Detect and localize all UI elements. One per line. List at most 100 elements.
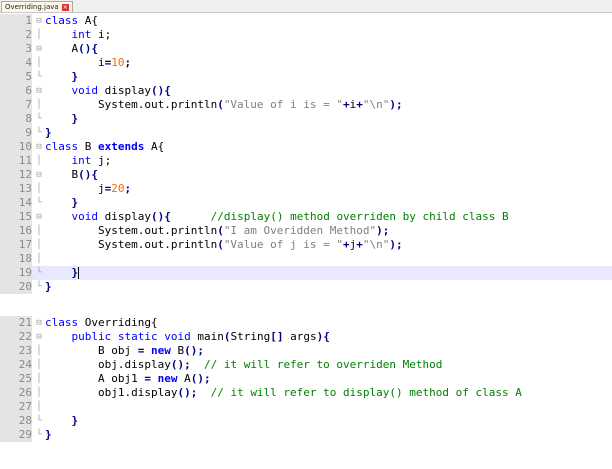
code-line[interactable]: 3 ⊟ A(){ [0, 42, 612, 56]
code-token: ){ [316, 330, 330, 343]
line-number: 8 [0, 112, 32, 126]
code-text: int j; [45, 154, 112, 168]
fold-line-icon: │ [36, 184, 42, 194]
code-line[interactable]: 28 └ } [0, 414, 612, 428]
code-line[interactable]: 12 ⊟ B(){ [0, 168, 612, 182]
close-icon[interactable]: × [61, 3, 69, 11]
code-token: ( [217, 224, 224, 237]
code-line[interactable]: 8 └ } [0, 112, 612, 126]
code-line[interactable]: 19 └ } [0, 266, 612, 280]
line-number: 29 [0, 428, 32, 442]
code-line[interactable]: 16 │ System.out.println("I am Overidden M… [0, 224, 612, 238]
code-token: int [71, 28, 92, 41]
code-line[interactable]: 17 │ System.out.println("Value of j is = … [0, 238, 612, 252]
code-token: ; [124, 182, 132, 195]
code-line[interactable]: 22 ⊟ public static void main(String[] arg… [0, 330, 612, 344]
code-token: } [71, 196, 79, 209]
code-token: display [98, 210, 151, 223]
code-line[interactable]: 15 ⊟ void display(){ //display() method o… [0, 210, 612, 224]
code-token: } [71, 266, 79, 279]
code-token: (){ [78, 42, 98, 55]
code-line[interactable]: 5 └ } [0, 70, 612, 84]
code-token: [] [270, 330, 284, 343]
fold-line-icon: │ [36, 30, 42, 40]
code-text: void display(){ [45, 84, 171, 98]
code-text: } [45, 126, 52, 140]
code-line[interactable]: 25 │ A obj1 = new A(); [0, 372, 612, 386]
line-number: 2 [0, 28, 32, 42]
code-line[interactable]: 7 │ System.out.println("Value of i is = "… [0, 98, 612, 112]
code-token: ( [217, 238, 224, 251]
code-text: void display(){ //display() method overr… [45, 210, 509, 224]
code-line[interactable]: 10 ⊟ class B extends A{ [0, 140, 612, 154]
code-line[interactable]: 21 ⊟ class Overriding{ [0, 316, 612, 330]
code-line[interactable]: 4 │ i=10; [0, 56, 612, 70]
fold-toggle-icon[interactable]: ⊟ [34, 210, 44, 224]
line-number: 11 [0, 154, 32, 168]
code-token: (){ [150, 84, 171, 97]
code-line[interactable]: 27 │ [0, 400, 612, 414]
line-number: 9 [0, 126, 32, 140]
code-line[interactable]: 13 │ j=20; [0, 182, 612, 196]
code-token: B [78, 140, 98, 153]
fold-toggle-icon[interactable]: ⊟ [34, 316, 44, 330]
tab-bar: Overriding.java × [0, 0, 612, 13]
line-number: 19 [0, 266, 32, 280]
code-text: } [45, 414, 79, 428]
code-token: public static void [71, 330, 191, 343]
code-line[interactable]: 11 │ int j; [0, 154, 612, 168]
line-number: 16 [0, 224, 32, 238]
line-number: 6 [0, 84, 32, 98]
code-line[interactable]: 26 │ obj1.display(); // it will refer to … [0, 386, 612, 400]
code-token: "I am Overidden Method" [223, 224, 377, 237]
fold-line-icon: └ [36, 268, 42, 278]
fold-toggle-icon[interactable]: ⊟ [34, 140, 44, 154]
fold-line-icon: │ [36, 388, 42, 398]
editor-pane-top[interactable]: 1 ⊟ class A{2 │ int i; 3 ⊟ A(){4 │ i=10; 5 └ } 6 ⊟… [0, 14, 612, 300]
fold-toggle-icon[interactable]: ⊟ [34, 168, 44, 182]
code-text: B(){ [45, 168, 98, 182]
code-token: j; [91, 154, 112, 167]
code-token: "Value of i is = " [223, 98, 344, 111]
code-line[interactable]: 14 └ } [0, 196, 612, 210]
code-line[interactable]: 9 └} [0, 126, 612, 140]
fold-line-icon: │ [36, 254, 42, 264]
code-token: new [157, 372, 178, 385]
fold-toggle-icon[interactable]: ⊟ [34, 42, 44, 56]
fold-toggle-icon[interactable]: ⊟ [34, 84, 44, 98]
editor-pane-bottom[interactable]: 21 ⊟ class Overriding{22 ⊟ public static vo… [0, 316, 612, 469]
code-line[interactable]: 24 │ obj.display(); // it will refer to o… [0, 358, 612, 372]
fold-toggle-icon[interactable]: ⊟ [34, 14, 44, 28]
code-line[interactable]: 20 └} [0, 280, 612, 294]
code-text: j=20; [45, 182, 131, 196]
code-text: } [45, 428, 52, 442]
code-token: = [144, 372, 151, 385]
line-number: 23 [0, 344, 32, 358]
code-line[interactable]: 23 │ B obj = new B(); [0, 344, 612, 358]
code-line[interactable]: 18 │ [0, 252, 612, 266]
line-number: 22 [0, 330, 32, 344]
code-token: } [71, 414, 79, 427]
code-token: String [230, 330, 271, 343]
code-line[interactable]: 1 ⊟ class A{ [0, 14, 612, 28]
line-number: 12 [0, 168, 32, 182]
code-token: B [170, 344, 185, 357]
code-token: A obj1 [45, 372, 145, 385]
fold-toggle-icon[interactable]: ⊟ [34, 330, 44, 344]
code-token: main [190, 330, 224, 343]
tab-overriding-java[interactable]: Overriding.java × [1, 1, 73, 12]
fold-line-icon: │ [36, 58, 42, 68]
line-number: 3 [0, 42, 32, 56]
fold-line-icon: └ [36, 128, 42, 138]
code-line[interactable]: 2 │ int i; [0, 28, 612, 42]
line-number: 27 [0, 400, 32, 414]
code-line[interactable]: 6 ⊟ void display(){ [0, 84, 612, 98]
code-line[interactable]: 29 └} [0, 428, 612, 442]
